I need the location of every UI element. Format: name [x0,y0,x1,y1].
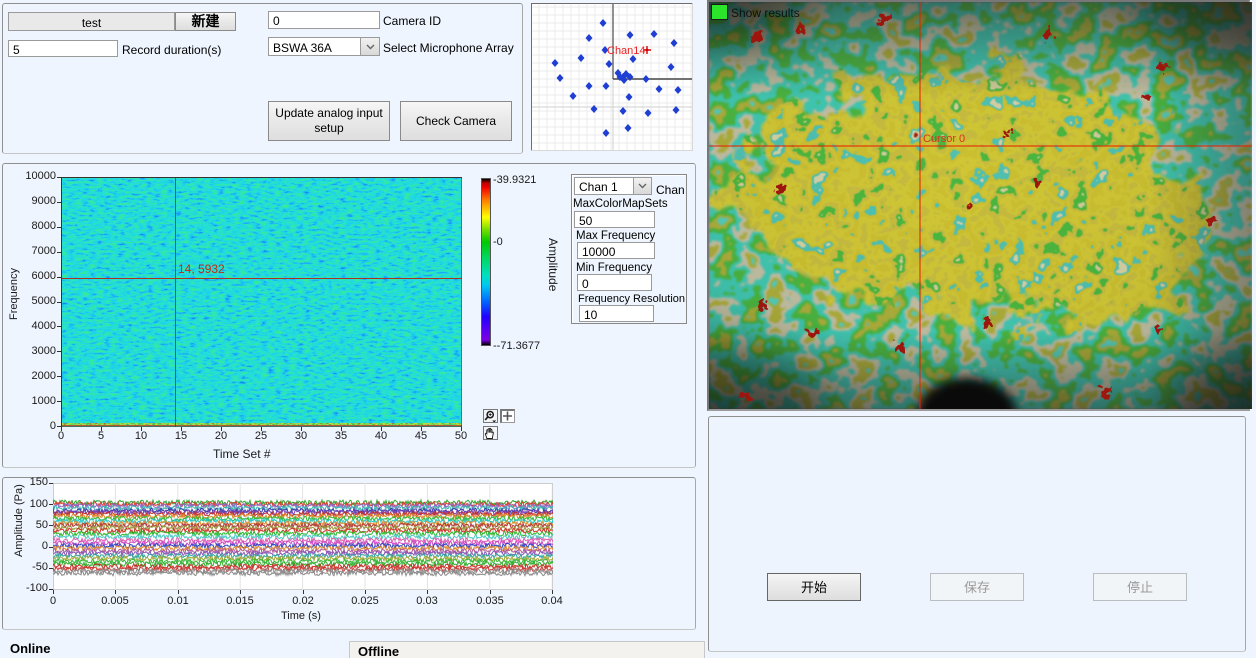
svg-text:Cursor 0: Cursor 0 [923,133,965,145]
svg-text:Chan14: Chan14 [607,45,646,57]
svg-text:14, 5932: 14, 5932 [178,262,225,276]
